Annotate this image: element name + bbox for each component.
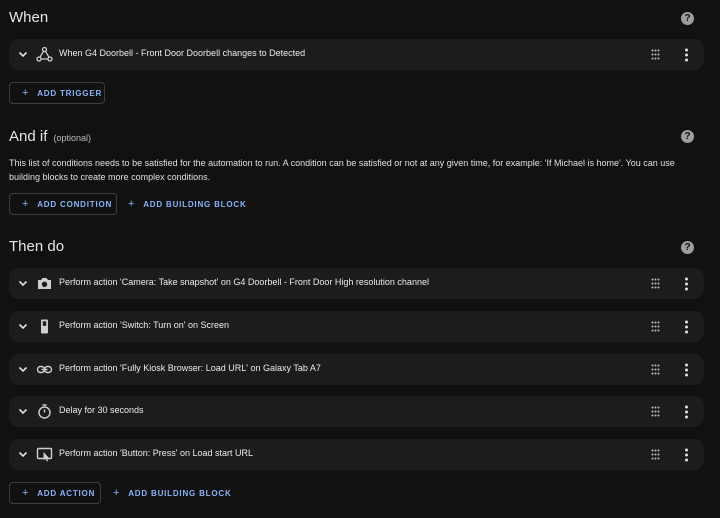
plus-icon: + (22, 487, 30, 499)
drag-handle-icon[interactable] (651, 364, 660, 375)
plus-icon: + (22, 87, 30, 99)
action-label: Perform action 'Button: Press' on Load s… (59, 448, 254, 458)
plus-icon: + (22, 198, 30, 210)
drag-handle-icon[interactable] (651, 406, 660, 417)
timer-icon (38, 404, 51, 419)
add-building-block-label: ADD BUILDING BLOCK (143, 200, 247, 209)
drag-handle-icon[interactable] (651, 49, 660, 60)
when-help-icon[interactable]: ? (681, 12, 694, 25)
plus-icon: + (113, 487, 121, 499)
when-heading: When (9, 9, 49, 26)
add-action-button[interactable]: + ADD ACTION (9, 482, 101, 504)
action-row[interactable]: Perform action 'Fully Kiosk Browser: Loa… (9, 354, 704, 385)
link-icon (36, 365, 53, 374)
drag-handle-icon[interactable] (651, 321, 660, 332)
chevron-down-icon[interactable] (18, 406, 28, 416)
action-label: Perform action 'Switch: Turn on' on Scre… (59, 320, 230, 330)
action-row[interactable]: Perform action 'Switch: Turn on' on Scre… (9, 311, 704, 342)
more-menu-icon[interactable] (684, 448, 689, 462)
action-row[interactable]: Perform action 'Camera: Take snapshot' o… (9, 268, 704, 299)
thendo-help-icon[interactable]: ? (681, 241, 694, 254)
andif-title: And if (9, 128, 48, 145)
trigger-label: When G4 Doorbell - Front Door Doorbell c… (59, 48, 306, 58)
chevron-down-icon[interactable] (18, 449, 28, 459)
more-menu-icon[interactable] (684, 277, 689, 291)
add-trigger-button[interactable]: + ADD TRIGGER (9, 82, 105, 104)
thendo-heading: Then do (9, 238, 65, 255)
action-label: Perform action 'Camera: Take snapshot' o… (59, 277, 429, 287)
add-action-building-block-button[interactable]: + ADD BUILDING BLOCK (113, 482, 232, 504)
optional-label: (optional) (53, 133, 92, 143)
action-label: Delay for 30 seconds (59, 405, 144, 415)
more-menu-icon[interactable] (684, 405, 689, 419)
add-action-label: ADD ACTION (37, 489, 96, 498)
drag-handle-icon[interactable] (651, 449, 660, 460)
drag-handle-icon[interactable] (651, 278, 660, 289)
camera-icon (38, 278, 51, 289)
action-row[interactable]: Delay for 30 seconds (9, 396, 704, 427)
chevron-down-icon[interactable] (18, 49, 28, 59)
conditions-description: This list of conditions needs to be sati… (9, 158, 675, 182)
button-press-icon (36, 447, 53, 462)
add-condition-label: ADD CONDITION (37, 200, 113, 209)
trigger-row[interactable]: When G4 Doorbell - Front Door Doorbell c… (9, 39, 704, 70)
chevron-down-icon[interactable] (18, 321, 28, 331)
action-row[interactable]: Perform action 'Button: Press' on Load s… (9, 439, 704, 470)
add-building-block-label: ADD BUILDING BLOCK (128, 489, 232, 498)
switch-icon (41, 319, 48, 334)
add-condition-building-block-button[interactable]: + ADD BUILDING BLOCK (128, 193, 247, 215)
andif-heading: And if (optional) (9, 128, 91, 145)
more-menu-icon[interactable] (684, 48, 689, 62)
andif-help-icon[interactable]: ? (681, 130, 694, 143)
add-condition-button[interactable]: + ADD CONDITION (9, 193, 117, 215)
chevron-down-icon[interactable] (18, 278, 28, 288)
more-menu-icon[interactable] (684, 363, 689, 377)
state-node-icon (36, 46, 53, 62)
chevron-down-icon[interactable] (18, 364, 28, 374)
more-menu-icon[interactable] (684, 320, 689, 334)
action-label: Perform action 'Fully Kiosk Browser: Loa… (59, 363, 321, 373)
plus-icon: + (128, 198, 136, 210)
add-trigger-label: ADD TRIGGER (37, 89, 103, 98)
